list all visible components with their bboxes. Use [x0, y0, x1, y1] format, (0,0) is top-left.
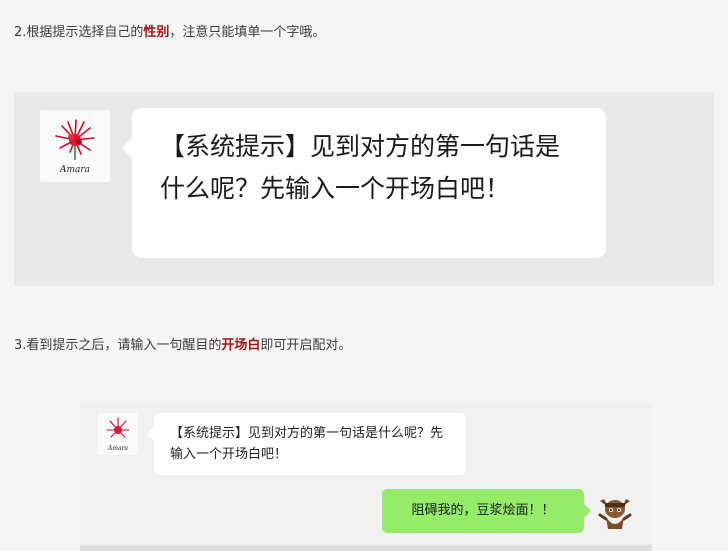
red-spider-lily-avatar-icon: Amara — [40, 110, 110, 182]
system-message-bubble: 【系统提示】见到对方的第一句话是什么呢？先输入一个开场白吧！ — [122, 108, 606, 258]
system-avatar-small[interactable]: Amara — [98, 413, 138, 455]
cartoon-character-avatar-icon — [598, 499, 632, 529]
step-2-instruction: 2.根据提示选择自己的性别，注意只能填单一个字哦。 — [14, 24, 325, 42]
step-2-highlight-gender: 性别 — [143, 25, 170, 40]
chat-screenshot-large: Amara 【系统提示】见到对方的第一句话是什么呢？先输入一个开场白吧！ — [14, 92, 714, 286]
system-message-bubble-small: 【系统提示】见到对方的第一句话是什么呢？先输入一个开场白吧！ — [147, 413, 466, 475]
step-3-text-suffix: 即可开启配对。 — [260, 338, 352, 353]
user-message-bubble: 阻碍我的，豆浆烩面！！ — [382, 489, 591, 533]
user-message-text: 阻碍我的，豆浆烩面！！ — [411, 503, 555, 518]
step-3-highlight-opening-line: 开场白 — [221, 338, 261, 353]
user-avatar[interactable] — [594, 491, 636, 533]
step-2-text-suffix: ，注意只能填单一个字哦。 — [169, 25, 326, 40]
avatar-caption-small: Amara — [107, 445, 128, 452]
chat-screenshot-small: Amara 【系统提示】见到对方的第一句话是什么呢？先输入一个开场白吧！ 阻碍我… — [80, 403, 652, 551]
step-3-instruction: 3.看到提示之后，请输入一句醒目的开场白即可开启配对。 — [14, 337, 351, 355]
bottom-divider — [80, 545, 652, 551]
step-2-text-prefix: 2.根据提示选择自己的 — [14, 25, 144, 40]
step-3-text-prefix: 3.看到提示之后，请输入一句醒目的 — [14, 338, 222, 353]
system-message-text: 【系统提示】见到对方的第一句话是什么呢？先输入一个开场白吧！ — [160, 132, 561, 203]
system-message-text-small: 【系统提示】见到对方的第一句话是什么呢？先输入一个开场白吧！ — [170, 426, 444, 462]
system-avatar[interactable]: Amara — [40, 110, 110, 182]
avatar-caption: Amara — [59, 165, 90, 175]
red-spider-lily-avatar-icon: Amara — [98, 413, 138, 455]
